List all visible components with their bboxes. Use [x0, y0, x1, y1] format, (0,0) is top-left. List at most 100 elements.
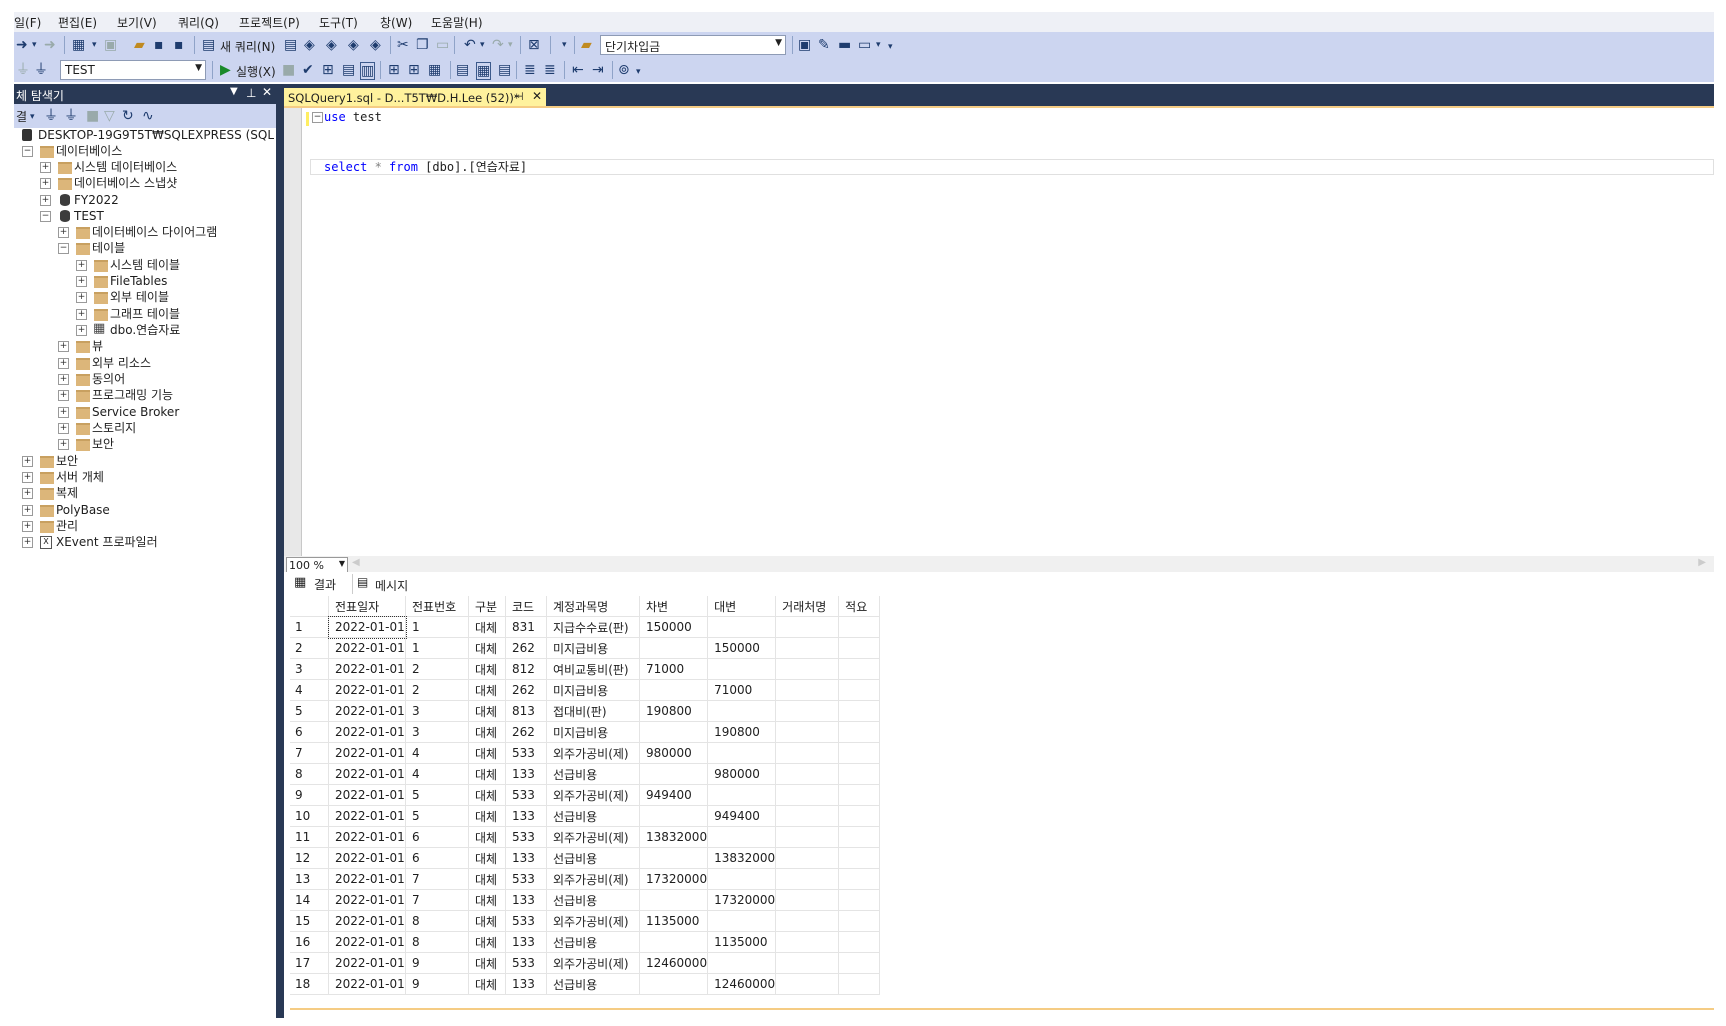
table-cell[interactable] [775, 847, 840, 869]
chevron-down-icon[interactable]: ▼ [775, 38, 782, 48]
table-cell[interactable]: 지급수수료(판) [546, 616, 640, 638]
column-header[interactable]: 코드 [505, 596, 547, 617]
row-number[interactable]: 17 [290, 952, 329, 974]
table-cell[interactable]: 3 [405, 700, 469, 722]
row-number[interactable]: 8 [290, 763, 329, 785]
table-cell[interactable]: 대체 [468, 742, 506, 764]
editor-horizontal-scrollbar[interactable]: 100 % ▼ ◀ ▶ [284, 556, 1714, 573]
table-cell[interactable]: 980000 [707, 763, 777, 785]
back-dropdown-icon[interactable]: ▾ [32, 37, 37, 53]
disconnect-icon[interactable]: ⏚ [64, 108, 78, 124]
expand-icon[interactable]: + [58, 439, 69, 450]
tab-sqlquery1[interactable]: SQLQuery1.sql - D...T5T₩D.H.Lee (52))* ⊣… [284, 88, 546, 108]
live-stats-icon[interactable]: ⊞ [388, 62, 400, 78]
table-cell[interactable] [775, 973, 840, 995]
table-cell[interactable] [838, 784, 881, 806]
table-cell[interactable]: 대체 [468, 658, 506, 680]
table-cell[interactable]: 6 [405, 847, 469, 869]
results-to-file-icon[interactable]: ▤ [498, 62, 511, 78]
table-cell[interactable]: 대체 [468, 931, 506, 953]
table-cell[interactable] [775, 700, 840, 722]
row-number[interactable]: 18 [290, 973, 329, 995]
table-row[interactable]: 6 2022-01-01 3 대체 262 미지급비용 190800 [290, 721, 881, 743]
menu-help[interactable]: 도움말(H) [431, 14, 483, 31]
table-cell[interactable] [639, 721, 709, 743]
table-cell[interactable] [707, 700, 777, 722]
undo-icon[interactable]: ↶ [464, 37, 476, 53]
table-cell[interactable]: 2022-01-01 [328, 805, 406, 827]
query-designer-icon[interactable]: ▤ [342, 62, 355, 78]
table-cell[interactable] [707, 868, 777, 890]
expand-icon[interactable]: + [76, 309, 87, 320]
table-row[interactable]: 5 2022-01-01 3 대체 813 접대비(판) 190800 [290, 700, 881, 722]
new-project-dropdown-icon[interactable]: ▾ [92, 37, 97, 53]
table-row[interactable]: 2 2022-01-01 1 대체 262 미지급비용 150000 [290, 637, 881, 659]
table-cell[interactable]: 2022-01-01 [328, 700, 406, 722]
table-cell[interactable] [838, 889, 881, 911]
table-cell[interactable]: 4 [405, 763, 469, 785]
toolbox-icon[interactable]: ▬ [838, 37, 851, 53]
query-editor[interactable] [284, 108, 1714, 556]
activity-icon[interactable]: ∿ [142, 108, 154, 124]
add-item-icon[interactable]: ▣ [104, 37, 117, 53]
column-header[interactable]: 거래처명 [775, 596, 840, 617]
new-project-icon[interactable]: ▦ [72, 37, 85, 53]
table-cell[interactable]: 17320000 [707, 889, 777, 911]
table-cell[interactable] [775, 679, 840, 701]
results-grid[interactable]: 전표일자 전표번호 구분 코드 계정과목명 차변 대변 거래처명 적요 1 202… [290, 596, 1710, 1008]
table-cell[interactable]: 2022-01-01 [328, 973, 406, 995]
table-cell[interactable] [639, 637, 709, 659]
table-cell[interactable] [838, 637, 881, 659]
table-cell[interactable]: 533 [505, 784, 547, 806]
table-cell[interactable]: 외주가공비(제) [546, 784, 640, 806]
stop-icon[interactable]: ■ [282, 62, 295, 78]
table-cell[interactable]: 2022-01-01 [328, 742, 406, 764]
table-cell[interactable]: 133 [505, 763, 547, 785]
table-cell[interactable]: 262 [505, 721, 547, 743]
execute-button[interactable]: 실행(X) [236, 63, 276, 80]
expand-icon[interactable]: + [58, 358, 69, 369]
new-query-icon[interactable]: ▤ [202, 37, 215, 53]
row-number[interactable]: 2 [290, 637, 329, 659]
column-header[interactable]: 계정과목명 [546, 596, 640, 617]
expand-icon[interactable]: + [40, 178, 51, 189]
table-cell[interactable]: 17320000 [639, 868, 709, 890]
table-cell[interactable]: 1135000 [639, 910, 709, 932]
close-icon[interactable]: ✕ [262, 85, 272, 99]
results-to-text-icon[interactable]: ▤ [456, 62, 469, 78]
table-cell[interactable]: 812 [505, 658, 547, 680]
row-number[interactable]: 4 [290, 679, 329, 701]
table-cell[interactable]: 3 [405, 721, 469, 743]
table-cell[interactable]: 선급비용 [546, 931, 640, 953]
database-combo[interactable]: TEST ▼ [60, 60, 206, 80]
table-cell[interactable]: 2022-01-01 [328, 637, 406, 659]
row-number[interactable]: 5 [290, 700, 329, 722]
table-row[interactable]: 8 2022-01-01 4 대체 133 선급비용 980000 [290, 763, 881, 785]
plug-icon[interactable]: ⏚ [44, 108, 58, 124]
window-dropdown-icon[interactable]: ▾ [876, 37, 881, 53]
table-cell[interactable]: 1135000 [707, 931, 777, 953]
connect-icon[interactable]: ⏚ [16, 62, 30, 78]
table-row[interactable]: 12 2022-01-01 6 대체 133 선급비용 13832000 [290, 847, 881, 869]
column-header[interactable]: 차변 [639, 596, 709, 617]
table-cell[interactable]: 대체 [468, 847, 506, 869]
table-row[interactable]: 3 2022-01-01 2 대체 812 여비교통비(판) 71000 [290, 658, 881, 680]
table-cell[interactable]: 533 [505, 826, 547, 848]
column-header[interactable]: 구분 [468, 596, 506, 617]
terminal-icon[interactable]: ▭ [858, 37, 871, 53]
table-cell[interactable]: 7 [405, 868, 469, 890]
expand-icon[interactable]: + [76, 260, 87, 271]
table-cell[interactable]: 접대비(판) [546, 700, 640, 722]
row-number[interactable]: 14 [290, 889, 329, 911]
table-cell[interactable]: 미지급비용 [546, 679, 640, 701]
table-cell[interactable]: 대체 [468, 616, 506, 638]
table-cell[interactable]: 대체 [468, 805, 506, 827]
dmx-query-icon[interactable]: ◈ [304, 37, 315, 53]
table-cell[interactable]: 980000 [639, 742, 709, 764]
table-cell[interactable]: 대체 [468, 952, 506, 974]
table-cell[interactable]: 선급비용 [546, 973, 640, 995]
table-cell[interactable]: 12460000 [639, 952, 709, 974]
table-row[interactable]: 4 2022-01-01 2 대체 262 미지급비용 71000 [290, 679, 881, 701]
pin-icon[interactable]: ⊥ [246, 86, 256, 100]
table-cell[interactable] [707, 952, 777, 974]
